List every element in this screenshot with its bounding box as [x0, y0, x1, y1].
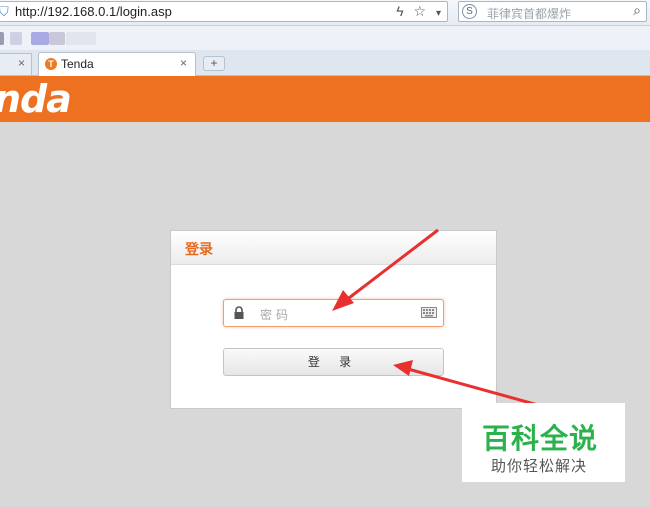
bookmark-item[interactable]	[0, 32, 4, 45]
search-engine-icon: S	[462, 4, 477, 19]
login-button[interactable]: 登 录	[223, 348, 444, 376]
tab-previous[interactable]: ×	[0, 53, 32, 75]
panel-header: 登录	[171, 231, 496, 265]
url-text: http://192.168.0.1/login.asp	[15, 4, 172, 19]
password-field[interactable]: 密码	[223, 299, 444, 327]
watermark: 百科全说 助你轻松解决	[462, 403, 625, 482]
lightning-icon[interactable]: ϟ	[396, 3, 403, 19]
brand-header: nda	[0, 76, 650, 122]
bookmark-item[interactable]	[31, 32, 49, 45]
tenda-logo: nda	[0, 77, 72, 121]
watermark-subtitle: 助你轻松解决	[491, 458, 588, 475]
tab-strip: × T Tenda × +	[0, 50, 650, 76]
star-icon[interactable]: ☆	[414, 3, 427, 19]
tab-tenda[interactable]: T Tenda ×	[38, 52, 196, 76]
search-icon[interactable]: ⌕	[633, 2, 641, 19]
watermark-title: 百科全说	[482, 423, 599, 454]
password-placeholder: 密码	[260, 308, 293, 322]
url-input[interactable]: ⛉ http://192.168.0.1/login.asp ϟ ☆ ▾	[0, 1, 448, 22]
bookmark-item[interactable]	[10, 32, 22, 45]
address-bar: ⛉ http://192.168.0.1/login.asp ϟ ☆ ▾ S 菲…	[0, 0, 650, 26]
login-panel: 登录 密码 登 录	[170, 230, 497, 409]
tenda-favicon-icon: T	[45, 58, 57, 70]
close-tab-icon[interactable]: ×	[180, 56, 187, 70]
security-shield-icon: ⛉	[0, 4, 9, 19]
dropdown-icon[interactable]: ▾	[436, 8, 441, 19]
keyboard-icon[interactable]	[421, 307, 437, 318]
search-placeholder: 菲律宾首都爆炸	[487, 7, 572, 21]
close-tab-icon[interactable]: ×	[18, 56, 25, 70]
bookmark-item[interactable]	[49, 32, 65, 45]
search-input[interactable]: S 菲律宾首都爆炸 ⌕	[458, 1, 647, 22]
bookmarks-bar	[0, 26, 650, 50]
bookmark-item[interactable]	[66, 32, 96, 45]
new-tab-button[interactable]: +	[203, 56, 225, 71]
tab-title: Tenda	[61, 57, 94, 71]
panel-title: 登录	[185, 241, 213, 257]
lock-icon	[234, 306, 244, 319]
